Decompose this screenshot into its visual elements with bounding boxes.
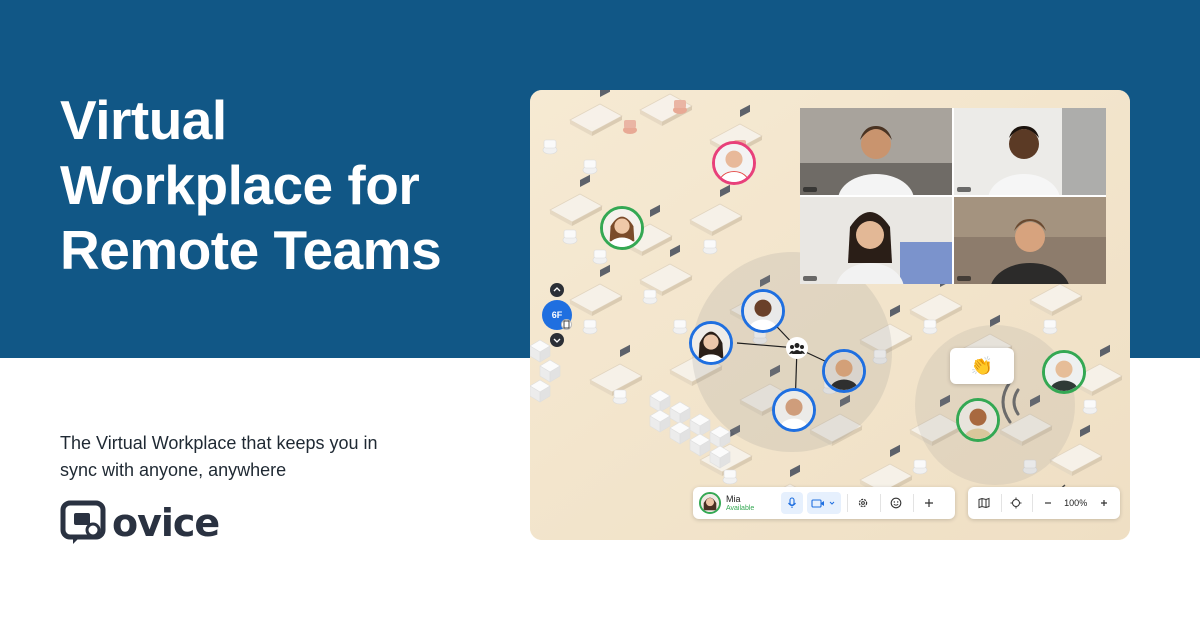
toolbar-divider (847, 494, 848, 512)
toolbar-divider (913, 494, 914, 512)
ovice-logo-text: ovice (112, 501, 220, 545)
video-tile-1[interactable] (800, 108, 952, 195)
toolbar-divider (1000, 494, 1002, 512)
participant-video (954, 108, 1106, 195)
map-button[interactable] (974, 492, 995, 514)
person-icon (775, 391, 813, 429)
video-call-grid[interactable] (800, 108, 1106, 284)
toolbar-divider (1032, 494, 1034, 512)
add-button[interactable] (918, 492, 940, 514)
group-icon[interactable] (786, 337, 808, 359)
user-toolbar: Mia Available (693, 487, 955, 519)
video-tile-3[interactable] (800, 197, 952, 284)
participant-video (954, 197, 1106, 284)
headline-line-1: Virtual (60, 89, 227, 151)
map-controls: 100% (968, 487, 1120, 519)
microphone-icon (788, 497, 796, 508)
user-avatar[interactable] (822, 349, 866, 393)
virtual-office-screenshot: 👏 6F Mia Available 100% (530, 90, 1130, 540)
chevron-down-icon (553, 338, 561, 343)
participant-video (800, 108, 952, 195)
person-icon (1045, 353, 1083, 391)
subtitle-line-2: sync with anyone, anywhere (60, 460, 287, 480)
mic-button[interactable] (781, 492, 803, 514)
person-icon (692, 324, 730, 362)
video-tile-2[interactable] (954, 108, 1106, 195)
person-icon (959, 401, 997, 439)
minus-icon (1044, 502, 1051, 504)
ovice-logo-icon (60, 500, 106, 544)
zoom-out-button[interactable] (1037, 492, 1058, 514)
person-icon (701, 494, 719, 512)
map-icon (978, 497, 990, 509)
user-avatar (699, 492, 721, 514)
clapping-hands-icon: 👏 (970, 355, 994, 376)
user-status: Available (726, 504, 755, 512)
user-avatar[interactable] (689, 321, 733, 365)
subtitle-line-1: The Virtual Workplace that keeps you in (60, 433, 378, 453)
crosshair-icon (1010, 497, 1022, 509)
people-icon (789, 343, 805, 354)
video-tile-4[interactable] (954, 197, 1106, 284)
current-user[interactable]: Mia Available (699, 492, 777, 514)
building-icon (563, 320, 570, 329)
gear-icon (858, 498, 868, 508)
participant-video (800, 197, 952, 284)
subtitle: The Virtual Workplace that keeps you in … (60, 430, 460, 484)
smiley-icon (890, 497, 902, 509)
camera-button[interactable] (807, 492, 841, 514)
user-avatar[interactable] (712, 141, 756, 185)
building-button[interactable] (561, 319, 572, 330)
settings-button[interactable] (852, 492, 874, 514)
user-avatar[interactable] (741, 289, 785, 333)
toolbar-divider (880, 494, 881, 512)
emoji-button[interactable] (885, 492, 907, 514)
chevron-up-icon (553, 287, 561, 292)
floor-down-button[interactable] (550, 333, 564, 347)
zoom-level: 100% (1064, 498, 1088, 508)
headline: Virtual Workplace for Remote Teams (60, 88, 510, 283)
reaction-bubble: 👏 (950, 348, 1014, 384)
headline-line-2: Workplace for (60, 154, 420, 216)
person-icon (825, 352, 863, 390)
locate-button[interactable] (1006, 492, 1027, 514)
user-avatar[interactable] (956, 398, 1000, 442)
person-icon (715, 144, 753, 182)
video-camera-icon (811, 499, 835, 508)
headline-line-3: Remote Teams (60, 219, 442, 281)
plus-icon (1100, 500, 1107, 506)
user-name: Mia (726, 493, 741, 504)
floor-up-button[interactable] (550, 283, 564, 297)
user-avatar[interactable] (600, 206, 644, 250)
person-icon (744, 292, 782, 330)
plus-icon (925, 499, 933, 507)
zoom-in-button[interactable] (1093, 492, 1114, 514)
user-avatar[interactable] (772, 388, 816, 432)
ovice-logo: ovice (60, 498, 220, 548)
user-avatar[interactable] (1042, 350, 1086, 394)
person-icon (603, 209, 641, 247)
